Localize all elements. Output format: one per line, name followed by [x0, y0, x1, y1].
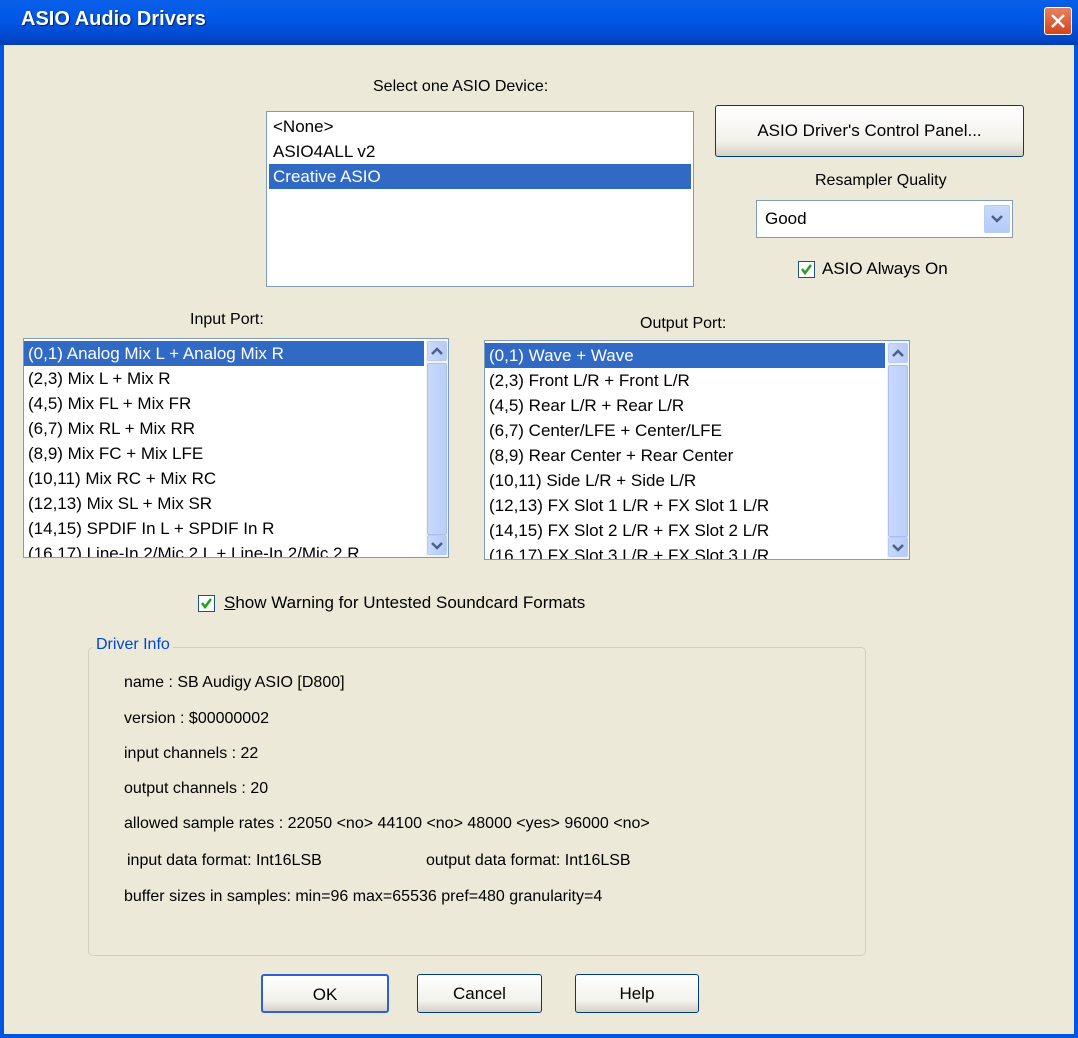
input-port-item[interactable]: (14,15) SPDIF In L + SPDIF In R: [24, 516, 448, 541]
output-port-listbox[interactable]: (0,1) Wave + Wave (2,3) Front L/R + Fron…: [484, 340, 910, 560]
resampler-dropdown-button[interactable]: [984, 205, 1010, 233]
chevron-down-icon: [991, 215, 1003, 223]
input-port-item[interactable]: (2,3) Mix L + Mix R: [24, 366, 448, 391]
input-port-listbox[interactable]: (0,1) Analog Mix L + Analog Mix R (2,3) …: [23, 338, 449, 558]
scroll-down-button[interactable]: [888, 537, 908, 557]
input-port-item[interactable]: (6,7) Mix RL + Mix RR: [24, 416, 448, 441]
show-warning-label[interactable]: Show Warning for Untested Soundcard Form…: [224, 593, 585, 613]
output-port-item[interactable]: (6,7) Center/LFE + Center/LFE: [485, 418, 909, 443]
cancel-button[interactable]: Cancel: [417, 974, 542, 1013]
show-warning-accelerator: S: [224, 593, 236, 612]
ok-button[interactable]: OK: [261, 974, 389, 1013]
driver-info-group: [88, 647, 866, 956]
asio-always-on-label[interactable]: ASIO Always On: [822, 259, 948, 279]
input-port-item[interactable]: (10,11) Mix RC + Mix RC: [24, 466, 448, 491]
asio-always-on-checkbox[interactable]: [798, 261, 815, 278]
scroll-thumb[interactable]: [427, 363, 447, 535]
show-warning-checkbox[interactable]: [198, 595, 215, 612]
driver-sample-rates: allowed sample rates : 22050 <no> 44100 …: [124, 815, 650, 832]
resampler-value: Good: [765, 209, 807, 228]
output-port-item[interactable]: (14,15) FX Slot 2 L/R + FX Slot 2 L/R: [485, 518, 909, 543]
scroll-down-button[interactable]: [427, 535, 447, 555]
input-port-item[interactable]: (12,13) Mix SL + Mix SR: [24, 491, 448, 516]
window-title: ASIO Audio Drivers: [21, 8, 206, 30]
driver-output-channels: output channels : 20: [124, 780, 269, 797]
device-listbox[interactable]: <None> ASIO4ALL v2 Creative ASIO: [266, 111, 694, 287]
close-icon: [1051, 14, 1065, 28]
driver-info-title: Driver Info: [93, 636, 173, 654]
output-port-item[interactable]: (16,17) FX Slot 3 L/R + FX Slot 3 L/R: [485, 543, 909, 559]
output-port-scrollbar[interactable]: [887, 341, 909, 559]
output-port-item[interactable]: (8,9) Rear Center + Rear Center: [485, 443, 909, 468]
device-item-none[interactable]: <None>: [269, 114, 691, 139]
input-port-item[interactable]: (4,5) Mix FL + Mix FR: [24, 391, 448, 416]
scroll-thumb[interactable]: [888, 365, 908, 537]
device-item-creative-asio[interactable]: Creative ASIO: [269, 164, 691, 189]
output-port-item[interactable]: (12,13) FX Slot 1 L/R + FX Slot 1 L/R: [485, 493, 909, 518]
driver-name: name : SB Audigy ASIO [D800]: [124, 674, 345, 691]
output-port-item[interactable]: (0,1) Wave + Wave: [485, 343, 885, 368]
output-port-item[interactable]: (10,11) Side L/R + Side L/R: [485, 468, 909, 493]
resampler-label: Resampler Quality: [815, 172, 947, 189]
close-button[interactable]: [1044, 7, 1072, 35]
input-port-item[interactable]: (16,17) Line-In 2/Mic 2 L + Line-In 2/Mi…: [24, 541, 448, 557]
chevron-up-icon: [431, 347, 443, 355]
input-port-item[interactable]: (8,9) Mix FC + Mix LFE: [24, 441, 448, 466]
help-button[interactable]: Help: [575, 974, 699, 1013]
input-port-label: Input Port:: [190, 311, 264, 328]
input-port-scrollbar[interactable]: [426, 339, 448, 557]
chevron-down-icon: [892, 544, 904, 552]
driver-version: version : $00000002: [124, 710, 269, 727]
input-port-item[interactable]: (0,1) Analog Mix L + Analog Mix R: [24, 341, 424, 366]
checkmark-icon: [201, 598, 212, 610]
scroll-up-button[interactable]: [427, 341, 447, 361]
driver-output-format: output data format: Int16LSB: [426, 852, 631, 869]
resampler-select[interactable]: Good: [756, 200, 1013, 238]
driver-input-format: input data format: Int16LSB: [127, 852, 322, 869]
output-port-label: Output Port:: [640, 315, 727, 332]
output-port-item[interactable]: (4,5) Rear L/R + Rear L/R: [485, 393, 909, 418]
control-panel-button[interactable]: ASIO Driver's Control Panel...: [715, 105, 1024, 157]
output-port-item[interactable]: (2,3) Front L/R + Front L/R: [485, 368, 909, 393]
device-item-asio4all[interactable]: ASIO4ALL v2: [269, 139, 691, 164]
chevron-down-icon: [431, 542, 443, 550]
checkmark-icon: [801, 264, 812, 276]
chevron-up-icon: [892, 349, 904, 357]
device-label: Select one ASIO Device:: [373, 78, 549, 95]
driver-input-channels: input channels : 22: [124, 745, 259, 762]
title-bar[interactable]: ASIO Audio Drivers: [0, 0, 1078, 45]
scroll-up-button[interactable]: [888, 343, 908, 363]
driver-buffer-sizes: buffer sizes in samples: min=96 max=6553…: [124, 888, 603, 905]
show-warning-label-text: how Warning for Untested Soundcard Forma…: [235, 593, 586, 612]
